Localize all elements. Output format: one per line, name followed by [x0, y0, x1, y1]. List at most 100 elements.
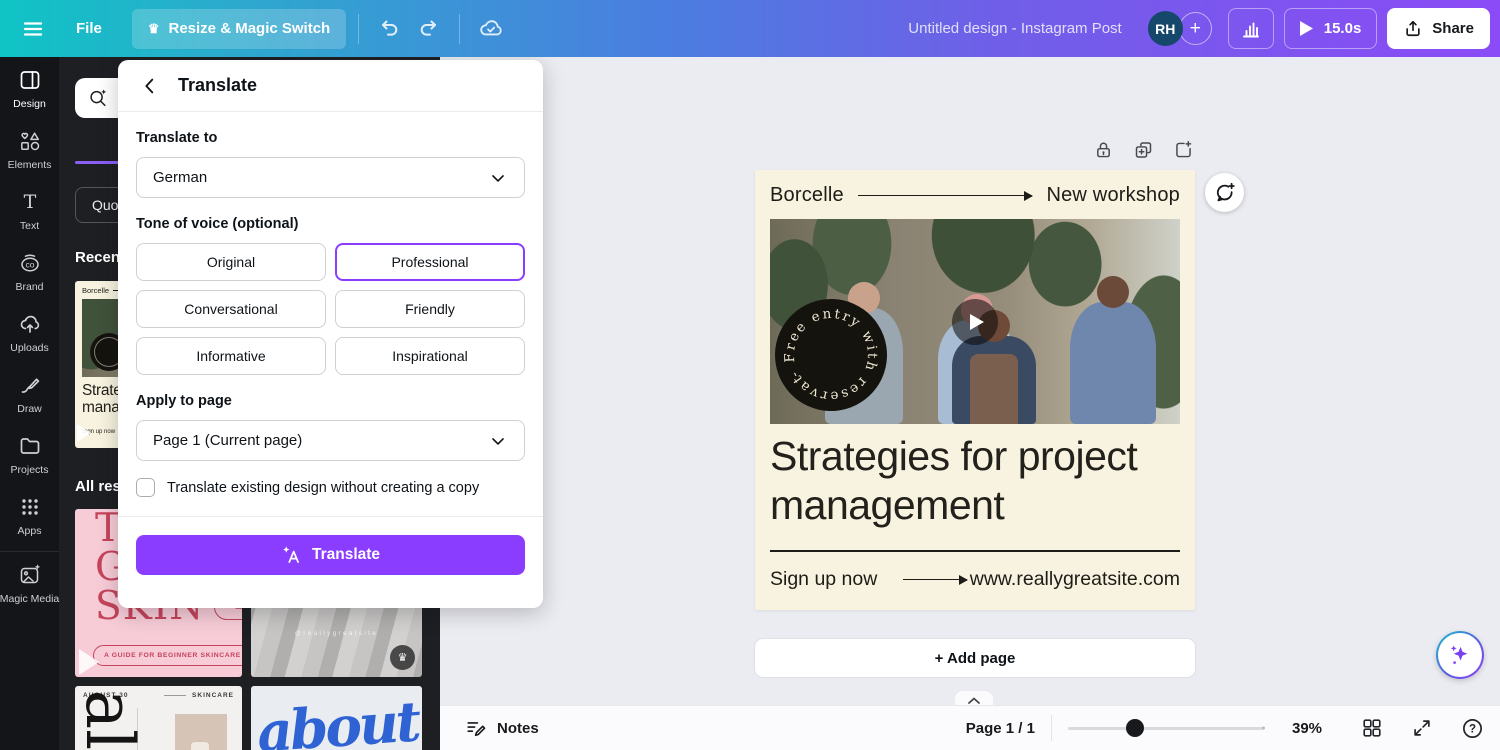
- event-text[interactable]: New workshop: [1046, 184, 1180, 207]
- undo-button[interactable]: [371, 10, 409, 48]
- translate-submit-button[interactable]: Translate: [136, 535, 525, 575]
- svg-text:?: ?: [1468, 723, 1475, 735]
- tone-options: Original Professional Conversational Fri…: [136, 243, 525, 375]
- insights-button[interactable]: [1228, 8, 1274, 49]
- add-page-button[interactable]: + Add page: [755, 639, 1195, 677]
- translate-submit-label: Translate: [312, 546, 380, 564]
- bottom-bar-divider: [1051, 715, 1052, 741]
- sidebar-item-projects[interactable]: Projects: [0, 423, 59, 484]
- sidebar-item-apps[interactable]: Apps: [0, 484, 59, 545]
- notes-button[interactable]: Notes: [465, 717, 539, 739]
- apply-to-page-label: Apply to page: [136, 393, 525, 409]
- zoom-slider[interactable]: [1068, 727, 1264, 730]
- sidebar-item-text[interactable]: T Text: [0, 179, 59, 240]
- comment-button[interactable]: [1205, 173, 1244, 212]
- tone-option-original[interactable]: Original: [136, 243, 326, 281]
- tone-label: Tone of voice (optional): [136, 216, 525, 232]
- sidebar-item-design[interactable]: Design: [0, 57, 59, 118]
- zoom-slider-thumb[interactable]: [1126, 719, 1144, 737]
- tone-option-inspirational[interactable]: Inspirational: [335, 337, 525, 375]
- resize-magic-switch-button[interactable]: ♛ Resize & Magic Switch: [132, 9, 346, 49]
- duplicate-page-button[interactable]: [1133, 139, 1154, 161]
- arrow-line: [903, 579, 967, 581]
- translate-panel: Translate Translate to German Tone of vo…: [118, 60, 543, 608]
- sidebar-item-elements[interactable]: Elements: [0, 118, 59, 179]
- glow-skin-pill: A GUIDE FOR BEGINNER SKINCARE: [93, 645, 242, 666]
- url-text[interactable]: www.reallygreatsite.com: [970, 568, 1180, 591]
- translate-panel-header: Translate: [118, 60, 543, 112]
- help-button[interactable]: ?: [1460, 716, 1484, 740]
- back-button[interactable]: [138, 74, 162, 98]
- chevron-down-icon: [488, 168, 508, 188]
- checkbox-label: Translate existing design without creati…: [167, 480, 479, 496]
- language-select[interactable]: German: [136, 157, 525, 198]
- user-avatar[interactable]: RH: [1148, 11, 1183, 46]
- zoom-slider-end: [1262, 727, 1265, 730]
- translate-to-label: Translate to: [136, 130, 525, 146]
- tone-option-friendly[interactable]: Friendly: [335, 290, 525, 328]
- top-bar: File ♛ Resize & Magic Switch Untitled de…: [0, 0, 1500, 57]
- design-headline[interactable]: Strategies for project management: [770, 432, 1175, 530]
- design-page[interactable]: Borcelle New workshop - Free entry with …: [755, 170, 1195, 610]
- chevron-down-icon: [488, 431, 508, 451]
- canva-assistant-button[interactable]: [1436, 631, 1484, 679]
- design-title[interactable]: Untitled design - Instagram Post: [860, 0, 1170, 57]
- projects-icon: [18, 434, 42, 458]
- sidebar-item-magic-media[interactable]: Magic Media: [0, 552, 59, 613]
- redo-button[interactable]: [409, 10, 447, 48]
- translate-in-place-checkbox[interactable]: [136, 478, 155, 497]
- uploads-icon: [18, 312, 42, 336]
- share-button[interactable]: Share: [1387, 8, 1490, 49]
- zoom-level[interactable]: 39%: [1292, 720, 1334, 737]
- translate-in-place-option[interactable]: Translate existing design without creati…: [136, 478, 525, 497]
- add-member-button[interactable]: +: [1179, 12, 1212, 45]
- grid-view-icon: [1361, 717, 1383, 739]
- collapse-bottom-bar-tab[interactable]: [955, 691, 993, 706]
- grid-view-button[interactable]: [1360, 716, 1384, 740]
- about-script-text: about: [255, 688, 420, 750]
- pro-crown-badge: ♛: [390, 645, 415, 670]
- lock-button[interactable]: [1093, 139, 1114, 161]
- elements-icon: [18, 129, 42, 153]
- text-icon: T: [18, 190, 42, 214]
- panel-divider: [118, 516, 543, 517]
- video-play-button[interactable]: [952, 299, 998, 345]
- workshop-photo[interactable]: - Free entry with reservation: [770, 219, 1180, 424]
- present-play-button[interactable]: 15.0s: [1284, 8, 1378, 49]
- page-select-value: Page 1 (Current page): [153, 432, 302, 449]
- resize-label: Resize & Magic Switch: [169, 20, 331, 37]
- language-value: German: [153, 169, 207, 186]
- mini-play-icon: [77, 424, 91, 442]
- fullscreen-button[interactable]: [1410, 716, 1434, 740]
- tone-option-professional[interactable]: Professional: [335, 243, 525, 281]
- person-figure: [1070, 302, 1156, 424]
- design-icon: [18, 68, 42, 92]
- page-actions: [1093, 139, 1194, 161]
- share-icon: [1403, 19, 1423, 39]
- skincare-product-photo: [175, 714, 227, 750]
- cta-text[interactable]: Sign up now: [770, 568, 877, 591]
- tone-option-conversational[interactable]: Conversational: [136, 290, 326, 328]
- hamburger-menu-icon[interactable]: [20, 16, 46, 42]
- skincare-bottle: [191, 742, 209, 750]
- sidebar-item-brand[interactable]: co Brand: [0, 240, 59, 301]
- design-footer: Sign up now www.reallygreatsite.com: [770, 568, 1180, 591]
- left-rail: Design Elements T Text co Brand U: [0, 57, 59, 750]
- add-page-icon-button[interactable]: [1173, 139, 1194, 161]
- file-menu-button[interactable]: File: [76, 20, 102, 37]
- arrow-line: [858, 195, 1033, 197]
- page-select[interactable]: Page 1 (Current page): [136, 420, 525, 461]
- page-indicator[interactable]: Page 1 / 1: [966, 720, 1035, 737]
- share-label: Share: [1432, 20, 1474, 37]
- template-thumbnail-skincare[interactable]: AUGUST 30 SKINCARE al.: [75, 686, 242, 750]
- toolbar-divider: [358, 14, 359, 44]
- sidebar-item-draw[interactable]: Draw: [0, 362, 59, 423]
- toolbar-divider: [459, 14, 460, 44]
- template-thumbnail-about[interactable]: about: [251, 686, 422, 750]
- sidebar-item-uploads[interactable]: Uploads: [0, 301, 59, 362]
- expand-icon: [1411, 717, 1433, 739]
- brand-icon: co: [18, 251, 42, 275]
- tone-option-informative[interactable]: Informative: [136, 337, 326, 375]
- brand-text[interactable]: Borcelle: [770, 184, 844, 207]
- bottom-bar: Notes Page 1 / 1 39% ?: [440, 705, 1500, 750]
